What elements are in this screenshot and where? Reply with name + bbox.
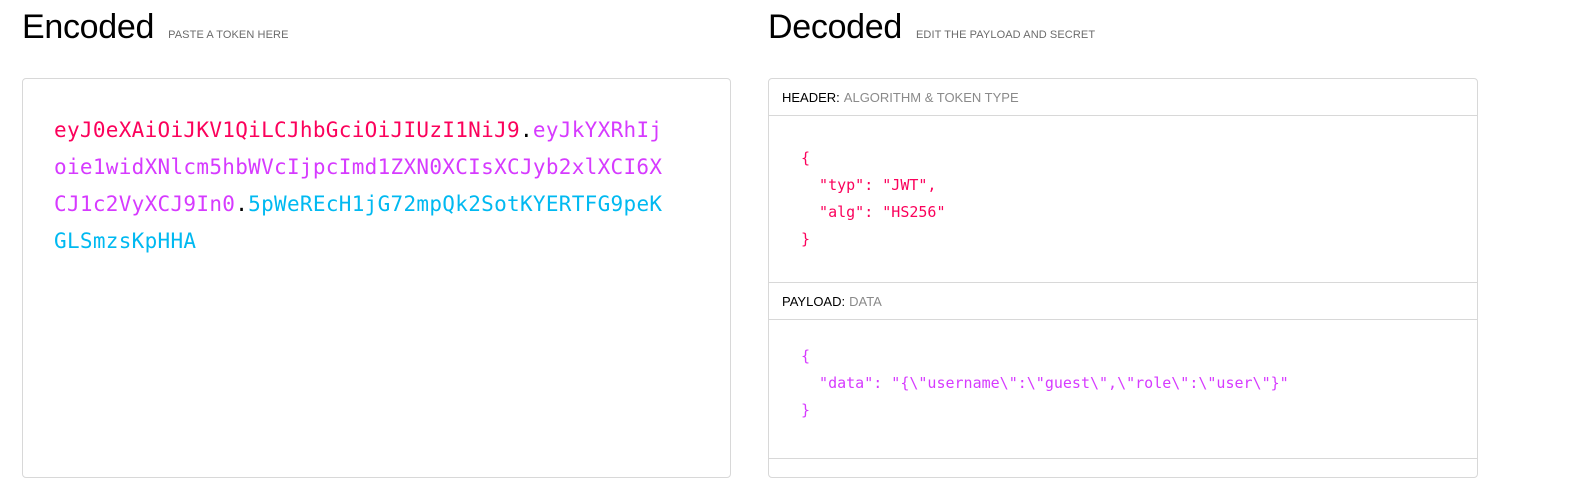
section-divider bbox=[769, 458, 1477, 459]
payload-section-title: PAYLOAD: DATA bbox=[769, 282, 1477, 320]
token-header-part: eyJ0eXAiOiJKV1QiLCJhbGciOiJIUzI1NiJ9 bbox=[54, 118, 520, 142]
header-json-editor[interactable]: { "typ": "JWT", "alg": "HS256" } bbox=[801, 145, 946, 253]
decoded-subtitle: EDIT THE PAYLOAD AND SECRET bbox=[916, 29, 1096, 41]
token-separator: . bbox=[519, 118, 533, 142]
decoded-heading: Decoded EDIT THE PAYLOAD AND SECRET bbox=[768, 8, 1095, 47]
payload-section-desc: DATA bbox=[849, 294, 882, 309]
encoded-token-text[interactable]: eyJ0eXAiOiJKV1QiLCJhbGciOiJIUzI1NiJ9.eyJ… bbox=[54, 112, 674, 260]
payload-json-editor[interactable]: { "data": "{\"username\":\"guest\",\"rol… bbox=[801, 343, 1289, 424]
header-section-desc: ALGORITHM & TOKEN TYPE bbox=[843, 90, 1019, 105]
encoded-title: Encoded bbox=[22, 8, 155, 46]
token-separator: . bbox=[235, 192, 249, 216]
decoded-panel: HEADER: ALGORITHM & TOKEN TYPE { "typ": "… bbox=[768, 78, 1478, 478]
payload-section-label: PAYLOAD: bbox=[782, 294, 846, 309]
encoded-heading: Encoded PASTE A TOKEN HERE bbox=[22, 8, 289, 47]
encoded-token-editor[interactable]: eyJ0eXAiOiJKV1QiLCJhbGciOiJIUzI1NiJ9.eyJ… bbox=[22, 78, 731, 478]
decoded-title: Decoded bbox=[768, 8, 902, 46]
encoded-subtitle: PASTE A TOKEN HERE bbox=[168, 29, 289, 41]
header-section-title: HEADER: ALGORITHM & TOKEN TYPE bbox=[769, 79, 1477, 116]
header-section-label: HEADER: bbox=[782, 90, 840, 105]
